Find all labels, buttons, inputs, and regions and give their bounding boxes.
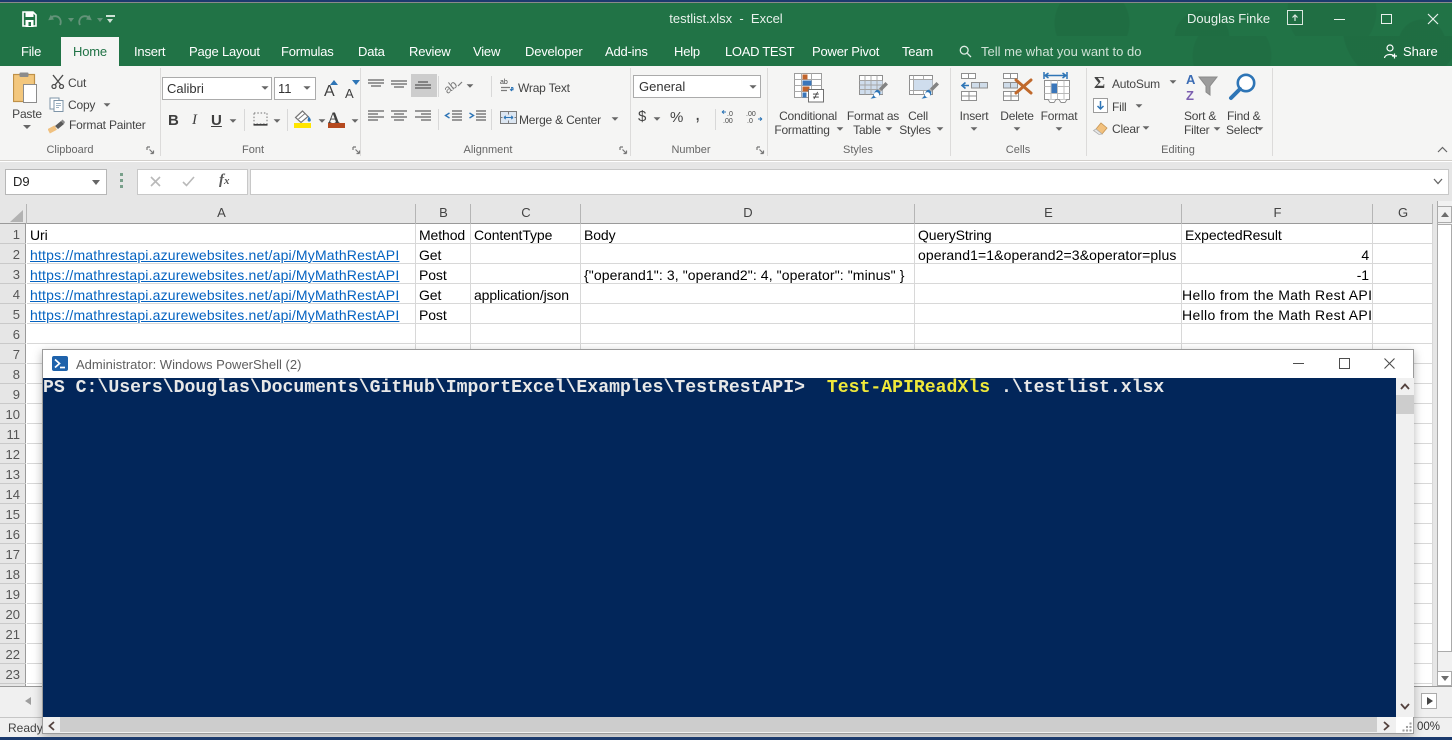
svg-text:.0: .0 (747, 118, 753, 124)
svg-text:≠: ≠ (813, 89, 820, 103)
svg-text:.0: .0 (727, 111, 733, 118)
svg-text:.00: .00 (723, 118, 733, 124)
svg-text:ab: ab (500, 79, 508, 86)
svg-text:.00: .00 (746, 111, 756, 118)
